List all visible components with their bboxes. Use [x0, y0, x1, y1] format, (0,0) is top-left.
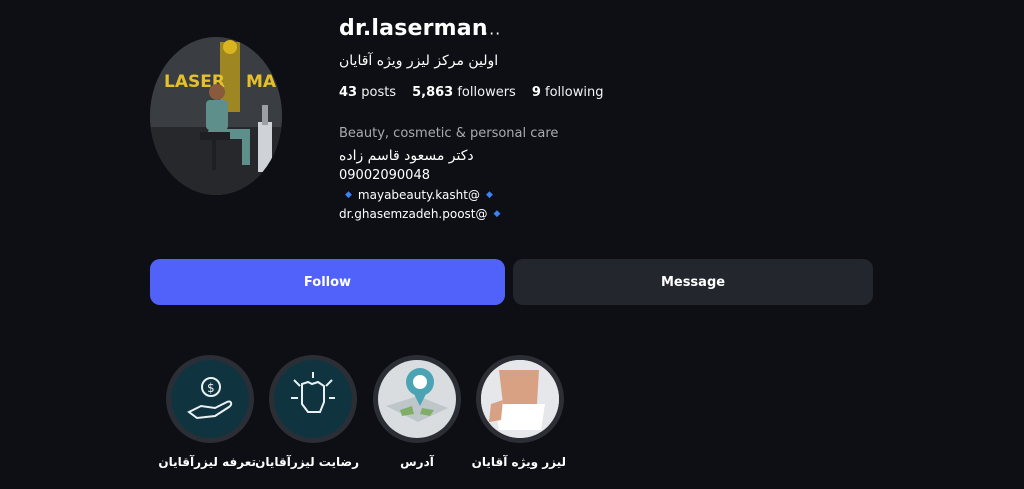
svg-text:$: $: [207, 381, 215, 395]
posts-stat: 43 posts: [339, 85, 396, 100]
bio-link-2[interactable]: dr.ghasemzadeh.poost@ ◆: [339, 207, 500, 221]
highlight-photo: [481, 360, 559, 438]
price-hand-icon: $: [171, 360, 249, 438]
following-label: following: [545, 85, 604, 100]
profile-username: dr.laserman: [339, 16, 488, 41]
bio-link-1-text: mayabeauty.kasht@: [357, 188, 480, 202]
bio-link-2-text: dr.ghasemzadeh.poost@: [339, 207, 488, 221]
highlight-ring: [269, 355, 357, 443]
profile-stats: 43 posts 5,863 followers 9 following: [339, 85, 603, 100]
followers-count: 5,863: [412, 85, 454, 100]
highlight-label: لیزر ویژه آقایان: [471, 455, 566, 469]
highlight-label: آدرس: [400, 455, 434, 469]
highlight-label: تعرفه لیزرآقایان: [158, 455, 256, 469]
profile-category: Beauty, cosmetic & personal care: [339, 126, 559, 141]
highlight-item[interactable]: رضایت لیزرآقایان: [255, 355, 359, 469]
avatar-neon-text-right: MAN: [246, 72, 282, 92]
message-button[interactable]: Message: [513, 259, 873, 305]
highlight-label: رضایت لیزرآقایان: [255, 455, 359, 469]
following-stat[interactable]: 9 following: [532, 85, 604, 100]
bio-link-1[interactable]: ◆ mayabeauty.kasht@ ◆: [345, 188, 493, 202]
fist-icon: [274, 360, 352, 438]
followers-label: followers: [457, 85, 516, 100]
diamond-icon: ◆: [493, 209, 501, 219]
bio-name: دکتر مسعود قاسم زاده: [339, 148, 474, 164]
posts-label: posts: [361, 85, 397, 100]
diamond-icon: ◆: [345, 190, 352, 200]
highlight-item[interactable]: آدرس: [371, 355, 463, 469]
diamond-icon: ◆: [485, 190, 493, 200]
following-count: 9: [531, 85, 541, 100]
more-options-icon[interactable]: ···: [483, 24, 501, 43]
profile-avatar[interactable]: LASER MAN: [150, 37, 282, 195]
posts-count: 43: [339, 85, 358, 100]
highlight-ring: [373, 355, 461, 443]
highlight-ring: [476, 355, 564, 443]
bio-phone: 09002090048: [339, 168, 430, 183]
map-pin-icon: [378, 360, 456, 438]
follow-button[interactable]: Follow: [150, 259, 505, 305]
highlight-item[interactable]: $ تعرفه لیزرآقایان: [158, 355, 256, 469]
highlight-item[interactable]: لیزر ویژه آقایان: [471, 355, 566, 469]
followers-stat[interactable]: 5,863 followers: [412, 85, 516, 100]
highlight-ring: $: [166, 355, 254, 443]
profile-full-name: اولین مرکز لیزر ویژه آقایان: [339, 53, 499, 69]
